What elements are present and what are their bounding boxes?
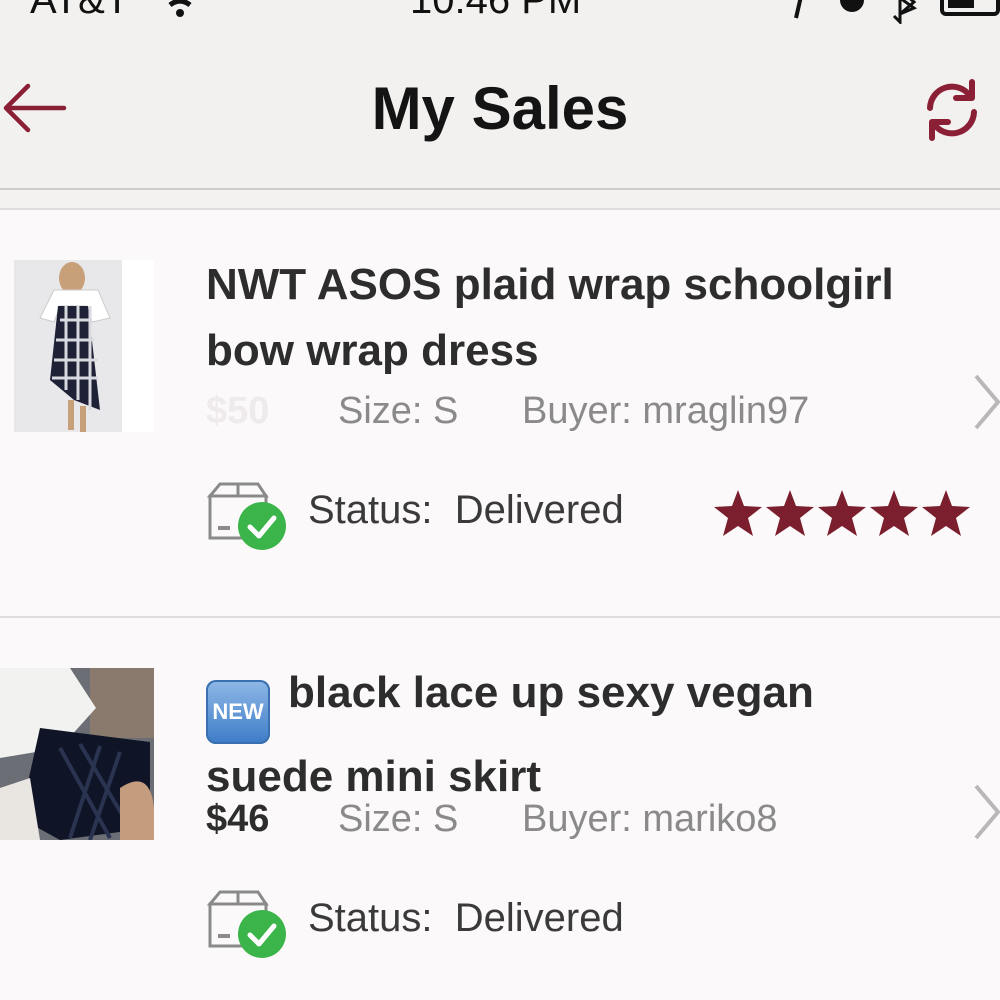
wifi-icon — [165, 0, 195, 17]
item-title[interactable]: NEW black lace up sexy vegan suede mini s… — [206, 660, 926, 810]
delivered-box-icon — [206, 482, 286, 550]
item-size: Size: S — [338, 390, 459, 432]
refresh-icon[interactable] — [918, 76, 986, 144]
chevron-right-icon[interactable] — [972, 782, 1000, 842]
star-icon — [922, 490, 970, 536]
item-buyer: Buyer: mraglin97 — [522, 390, 810, 432]
status-value: Delivered — [454, 488, 624, 532]
status-label: Status: — [308, 896, 433, 940]
item-meta: $46 Size: S Buyer: mariko8 — [206, 798, 778, 841]
rating-stars — [714, 490, 970, 536]
item-price: $50 — [206, 390, 270, 432]
nav-header: My Sales — [0, 24, 1000, 190]
item-buyer: Buyer: mariko8 — [522, 798, 778, 840]
clock: 10:46 PM — [410, 0, 582, 22]
item-title-text: black lace up sexy vegan suede mini skir… — [206, 668, 814, 801]
battery-icon — [940, 0, 1000, 16]
status-value: Delivered — [454, 896, 624, 940]
item-meta: $50 Size: S Buyer: mraglin97 — [206, 390, 809, 433]
status-text: Status: Delivered — [308, 896, 624, 941]
star-icon — [714, 490, 762, 536]
star-icon — [870, 490, 918, 536]
dress-photo — [14, 260, 122, 432]
status-bar: AT&T 10:46 PM — [0, 0, 1000, 24]
star-icon — [766, 490, 814, 536]
skirt-photo — [0, 668, 154, 840]
carrier-label: AT&T — [30, 0, 130, 22]
product-thumbnail — [0, 668, 154, 840]
status-icons — [794, 0, 918, 24]
sale-item[interactable]: NWT ASOS plaid wrap schoolgirl bow wrap … — [0, 210, 1000, 616]
item-price: $46 — [206, 798, 270, 840]
new-badge: NEW — [206, 680, 270, 744]
sale-item[interactable]: NEW black lace up sexy vegan suede mini s… — [0, 618, 1000, 1000]
page-title: My Sales — [371, 75, 629, 142]
status-text: Status: Delivered — [308, 488, 624, 533]
chevron-right-icon[interactable] — [972, 372, 1000, 432]
status-label: Status: — [308, 488, 433, 532]
product-thumbnail — [14, 260, 154, 432]
delivered-box-icon — [206, 890, 286, 958]
item-size: Size: S — [338, 798, 459, 840]
item-title[interactable]: NWT ASOS plaid wrap schoolgirl bow wrap … — [206, 252, 926, 384]
star-icon — [818, 490, 866, 536]
section-gap — [0, 190, 1000, 210]
